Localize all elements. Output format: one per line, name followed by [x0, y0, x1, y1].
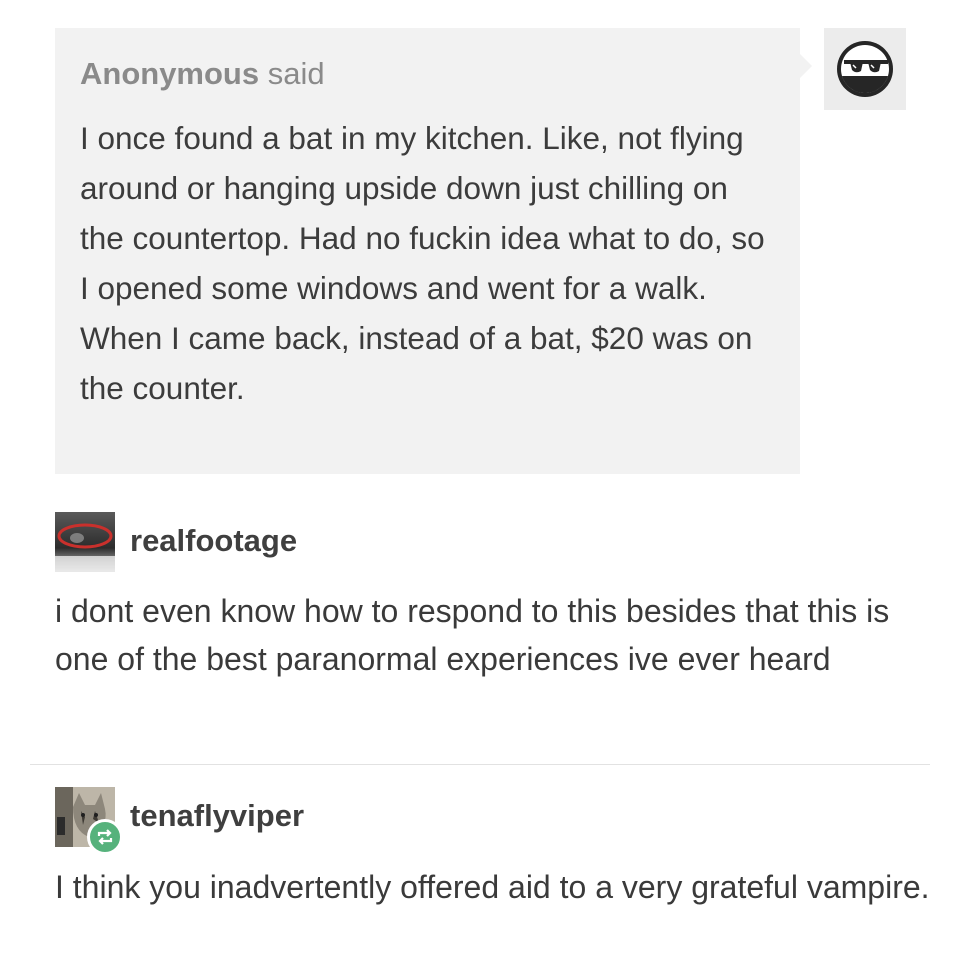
reply-1-body: i dont even know how to respond to this … — [55, 593, 890, 677]
reply-2-username[interactable]: tenaflyviper — [130, 798, 304, 834]
ghost-photo-avatar — [55, 512, 115, 572]
ask-bubble: Anonymous said I once found a bat in my … — [55, 28, 812, 474]
ask-body-text: I once found a bat in my kitchen. Like, … — [80, 120, 765, 406]
reply-2-body: I think you inadvertently offered aid to… — [55, 869, 930, 905]
realfootage-avatar[interactable] — [55, 512, 115, 572]
tumblr-post: Anonymous said I once found a bat in my … — [0, 0, 960, 960]
reply-1-username[interactable]: realfootage — [130, 523, 297, 559]
anonymous-avatar[interactable] — [824, 28, 906, 110]
ask-said-label: said — [267, 56, 325, 91]
reblog-badge — [87, 819, 123, 855]
reblog-icon — [97, 829, 113, 845]
reply-divider — [30, 764, 930, 765]
ask-sender-name: Anonymous — [80, 56, 260, 91]
sunglasses-face-icon — [837, 41, 893, 97]
ask-header: Anonymous said — [80, 56, 325, 92]
